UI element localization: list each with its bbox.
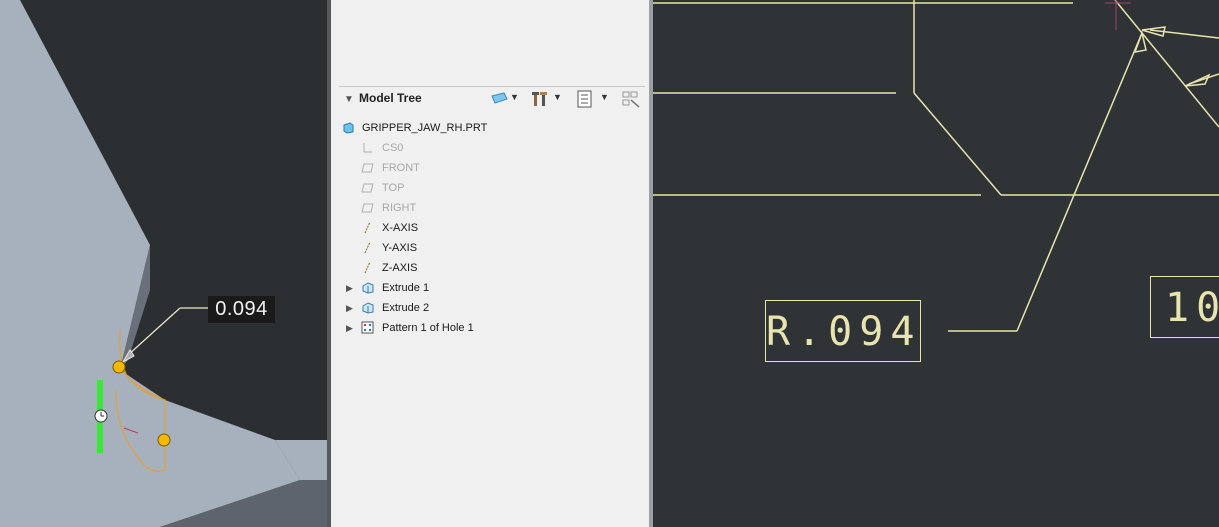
datum-plane-icon [361,183,374,193]
expand-arrow-icon[interactable]: ▶ [346,318,353,338]
extrude-icon [362,302,374,314]
tree-item-extrude-1[interactable]: ▶ Extrude 1 [331,278,641,298]
part-icon [343,122,354,134]
expand-arrow-icon[interactable]: ▶ [346,298,353,318]
tree-item-label: CS0 [382,142,404,154]
pattern-icon [361,321,374,334]
csys-icon [363,143,372,153]
model-tree-title: Model Tree [359,91,422,105]
partial-dimension-note[interactable]: 10 [1150,276,1219,338]
radius-dimension-value[interactable]: 0.094 [208,296,275,323]
datum-plane-icon [361,163,374,173]
tree-item-top[interactable]: TOP [341,178,641,198]
datum-axis-icon [364,261,371,274]
expand-arrow-icon[interactable]: ▶ [346,278,353,298]
show-icon[interactable] [489,90,509,108]
extrude-icon [362,282,374,294]
model-tree-panel: ▼ Model Tree ▼ ▼ ▼ GRIPPER_JAW_RH.PRT CS… [331,0,649,527]
tree-columns-icon[interactable] [575,90,595,108]
tree-item-label: Z-AXIS [382,262,418,274]
tree-item-label: Extrude 1 [382,282,430,294]
datum-plane-icon [361,203,374,213]
tree-item-cs0[interactable]: CS0 [341,138,641,158]
dimension-leader-slant [1016,32,1143,332]
tree-item-y-axis[interactable]: Y-AXIS [341,238,641,258]
datum-axis-icon [364,241,371,254]
dimension-leader-right [1149,29,1219,39]
tree-item-x-axis[interactable]: X-AXIS [341,218,641,238]
collapse-caret-icon[interactable]: ▼ [344,94,354,105]
tree-item-label: Pattern 1 of Hole 1 [382,322,474,334]
radius-dimension-note[interactable]: R.094 [765,300,921,362]
show-dropdown-icon[interactable]: ▼ [510,92,519,102]
drawing-geometry[interactable] [653,0,1219,527]
columns-dropdown-icon[interactable]: ▼ [600,92,609,102]
drawing-line-chamfer [913,92,1002,196]
datum-axis-icon [364,221,371,234]
model-tree-header: ▼ Model Tree ▼ ▼ ▼ [339,86,645,111]
tree-item-label: X-AXIS [382,222,419,234]
tree-item-label: RIGHT [382,202,417,214]
tree-item-label: TOP [382,182,405,194]
settings-tools-icon[interactable] [531,90,551,108]
drag-handle-bottom [157,433,171,447]
tree-item-pattern-1[interactable]: ▶ Pattern 1 of Hole 1 [331,318,641,338]
drag-handle-top [112,360,126,374]
tree-item-right[interactable]: RIGHT [341,198,641,218]
3d-viewport[interactable]: 0.094 [0,0,327,527]
part-model-graphic[interactable] [0,0,327,527]
leader-arrow-head-lower [1184,73,1211,87]
tree-item-z-axis[interactable]: Z-AXIS [341,258,641,278]
tree-filter-icon[interactable] [621,90,641,108]
drawing-line-diagonal [1114,0,1219,128]
tree-item-label: FRONT [382,162,420,174]
tree-item-label: Extrude 2 [382,302,430,314]
tree-root-part[interactable]: GRIPPER_JAW_RH.PRT [341,118,641,138]
settings-dropdown-icon[interactable]: ▼ [553,92,562,102]
tree-root-label: GRIPPER_JAW_RH.PRT [362,122,488,134]
tree-item-label: Y-AXIS [382,242,418,254]
tree-item-front[interactable]: FRONT [341,158,641,178]
drawing-view[interactable]: R.094 10 [653,0,1219,527]
tree-item-extrude-2[interactable]: ▶ Extrude 2 [331,298,641,318]
